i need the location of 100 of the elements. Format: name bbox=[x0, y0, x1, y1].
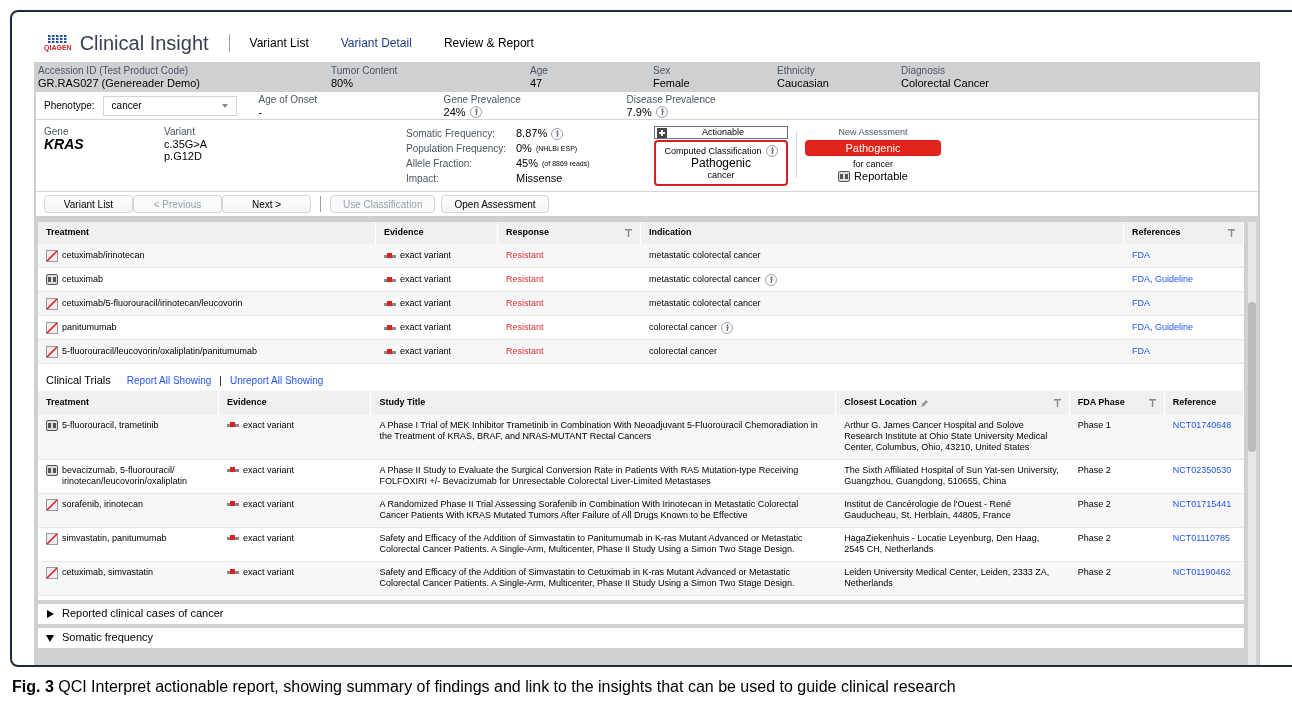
reference-link[interactable]: NCT01715441 bbox=[1172, 498, 1232, 509]
field-value: 8.87% bbox=[516, 126, 548, 141]
caret-down-icon bbox=[46, 633, 54, 642]
collapsible-section[interactable]: Somatic frequency bbox=[38, 627, 1244, 648]
column-header[interactable]: Study Title bbox=[379, 395, 426, 410]
reference-link[interactable]: FDA, Guideline bbox=[1132, 321, 1194, 332]
reference-link[interactable]: FDA bbox=[1132, 297, 1150, 308]
field-label: New Assessment bbox=[838, 126, 908, 138]
field-label: Age bbox=[530, 65, 549, 77]
filter-icon[interactable] bbox=[1148, 398, 1156, 407]
field-value: 24% bbox=[443, 105, 466, 118]
column-header[interactable]: Treatment bbox=[46, 226, 89, 240]
table-cell: 5-fluorouracil, trametinib bbox=[62, 419, 159, 431]
pencil-icon[interactable] bbox=[920, 398, 929, 407]
field-value: - bbox=[258, 105, 263, 118]
section-title: Clinical Trials bbox=[46, 373, 111, 388]
reference-link[interactable]: FDA bbox=[1132, 249, 1150, 260]
evidence-icon bbox=[384, 276, 396, 283]
table-cell: A Phase II Study to Evaluate the Surgical Conversion Rate in Patients With RAS Mutation-type Receiving FOLFOXIRI +/- Bevacizumab for Unresectable Colorectal Liver-Limited Metastases bbox=[379, 464, 799, 486]
field-label: Phenotype: bbox=[44, 99, 95, 113]
unreport-all-link[interactable]: Unreport All Showing bbox=[229, 372, 324, 388]
evidence-icon bbox=[384, 348, 396, 355]
column-header[interactable]: Evidence bbox=[227, 395, 267, 410]
table-cell: Institut de Cancérologie de l'Ouest - René Gauducheau, St. Herblain, 44805, France bbox=[844, 498, 1012, 520]
reference-link[interactable]: FDA bbox=[1132, 345, 1150, 356]
reference-link[interactable]: FDA, Guideline bbox=[1132, 273, 1194, 284]
table-cell: Phase 2 bbox=[1077, 498, 1111, 509]
reference-link[interactable]: NCT01110785 bbox=[1172, 532, 1230, 543]
table-cell-text: metastatic colorectal cancer bbox=[649, 272, 761, 286]
report-all-link[interactable]: Report All Showing bbox=[126, 372, 212, 388]
table-cell-text: exact variant bbox=[400, 272, 452, 286]
table-cell: Safety and Efficacy of the Addition of Simvastatin to Cetuximab in K-ras Mutant Advanced or Metastatic Colorectal Cancer Patients. A Single-Arm, Multicenter, Phase II Study Using a Simon Two Stage Design. bbox=[379, 566, 795, 588]
column-header[interactable]: Response bbox=[506, 226, 549, 240]
table-cell-text: cetuximab/irinotecan bbox=[62, 248, 145, 262]
phenotype-dropdown[interactable]: cancer bbox=[102, 95, 237, 116]
table-cell-text: metastatic colorectal cancer bbox=[649, 296, 761, 310]
crossed-drug-icon bbox=[46, 532, 58, 545]
toolbar-button[interactable]: Variant List bbox=[44, 195, 133, 213]
table-cell: exact variant bbox=[243, 419, 295, 431]
actionable-button[interactable]: Actionable bbox=[654, 126, 788, 139]
column-header[interactable]: FDA Phase bbox=[1077, 395, 1125, 410]
table-cell-text: bevacizumab, 5-fluorouracil/ irinotecan/leucovorin/oxaliplatin bbox=[62, 464, 189, 487]
column-header[interactable]: Closest Location bbox=[844, 395, 917, 410]
toolbar-button[interactable]: Open Assessment bbox=[441, 195, 549, 213]
field-value: 7.9% bbox=[626, 105, 652, 118]
table-cell: Phase 2 bbox=[1077, 532, 1111, 543]
table-cell: Safety and Efficacy of the Addition of Simvastatin to Panitumumab in K-ras Mutant Advanced or Metastatic Colorectal Cancer Patients. A Single-Arm, Multicenter, Phase II Study Using a Simon Two Stage Design. bbox=[379, 532, 803, 554]
column-header[interactable]: Evidence bbox=[384, 226, 424, 240]
filter-icon[interactable] bbox=[1053, 398, 1061, 407]
evidence-icon bbox=[227, 569, 240, 575]
assessment-context: for cancer bbox=[853, 158, 893, 170]
field-label: Disease Prevalence bbox=[626, 93, 716, 106]
field-value: Caucasian bbox=[777, 77, 830, 89]
field-value: Colorectal Cancer bbox=[901, 77, 990, 89]
gene-name: KRAS bbox=[44, 138, 85, 150]
app-title: Clinical Insight bbox=[79, 31, 209, 56]
field-label: Allele Fraction: bbox=[406, 157, 474, 171]
scrollbar[interactable] bbox=[1248, 222, 1256, 665]
reference-link[interactable]: NCT01190462 bbox=[1172, 566, 1231, 577]
toolbar-button[interactable]: Next > bbox=[222, 195, 311, 213]
table-cell-text: exact variant bbox=[400, 320, 452, 334]
caret-icon bbox=[221, 103, 228, 108]
nav-tab[interactable]: Variant List bbox=[249, 34, 309, 52]
reportable-status: Reportable bbox=[854, 170, 908, 182]
nav-tab[interactable]: Review & Report bbox=[443, 34, 534, 52]
crossed-drug-icon bbox=[46, 345, 58, 358]
table-cell-text: cetuximab/5-fluorouracil/irinotecan/leucovorin bbox=[62, 296, 243, 310]
reference-link[interactable]: NCT01740648 bbox=[1172, 419, 1232, 430]
table-cell: exact variant bbox=[243, 498, 295, 510]
field-value: 45% bbox=[516, 156, 539, 171]
filter-icon[interactable] bbox=[625, 229, 632, 237]
field-label: Variant bbox=[164, 126, 196, 138]
classification-context: cancer bbox=[707, 170, 735, 181]
evidence-icon bbox=[384, 324, 396, 331]
column-header[interactable]: Reference bbox=[1172, 395, 1217, 410]
variant-notation: c.35G>A bbox=[164, 138, 209, 150]
column-header[interactable]: References bbox=[1132, 226, 1181, 240]
logo-icon bbox=[47, 34, 68, 44]
table-cell: sorafenib, irinotecan bbox=[62, 498, 144, 510]
table-cell-text: 5-fluorouracil/leucovorin/oxaliplatin/panitumumab bbox=[62, 344, 258, 358]
nav-tab[interactable]: Variant Detail bbox=[340, 34, 412, 52]
collapsible-section[interactable]: Reported clinical cases of cancer bbox=[38, 603, 1244, 624]
report-icon bbox=[46, 464, 58, 476]
response-cell: Resistant bbox=[506, 297, 544, 308]
field-label: Somatic Frequency: bbox=[406, 127, 496, 141]
table-cell-text: colorectal cancer bbox=[649, 320, 718, 334]
column-header[interactable]: Indication bbox=[649, 226, 692, 240]
table-cell-text: exact variant bbox=[400, 344, 452, 358]
evidence-icon bbox=[227, 422, 240, 428]
report-icon bbox=[838, 170, 851, 182]
reference-link[interactable]: NCT02350530 bbox=[1172, 464, 1232, 475]
evidence-icon bbox=[384, 300, 396, 307]
report-icon bbox=[46, 274, 58, 285]
response-cell: Resistant bbox=[506, 345, 544, 356]
table-cell: Phase 2 bbox=[1077, 566, 1111, 577]
column-header[interactable]: Treatment bbox=[46, 395, 89, 410]
filter-icon[interactable] bbox=[1228, 229, 1235, 237]
table-cell: Leiden University Medical Center, Leiden, 2333 ZA, Netherlands bbox=[844, 566, 1050, 588]
evidence-icon bbox=[227, 501, 240, 507]
table-cell-text: exact variant bbox=[400, 296, 452, 310]
